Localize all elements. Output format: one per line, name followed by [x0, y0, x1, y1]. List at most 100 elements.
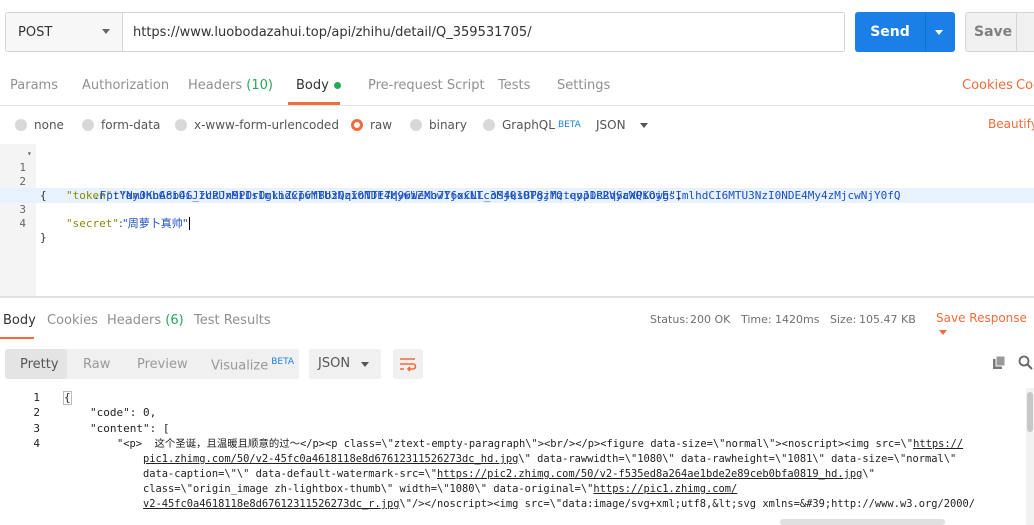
body-type-urlencoded[interactable]: x-www-form-urlencoded	[175, 118, 339, 132]
response-tab-test-results[interactable]: Test Results	[194, 313, 271, 328]
url-link[interactable]: https://pic1.zhimg.com/	[593, 483, 737, 495]
save-response-button[interactable]: Save Response	[936, 311, 1034, 339]
beta-badge: BETA	[557, 120, 581, 130]
http-method-label: POST	[18, 24, 53, 40]
response-body-viewer[interactable]: 1 { 2 "code": 0, 3 "content": [ 4 "<p> 这…	[0, 388, 1034, 525]
search-icon[interactable]	[1018, 355, 1033, 370]
url-link[interactable]: https://pic2.zhimg.com/50/v2-f535ed8a264…	[437, 468, 862, 480]
json-bracket: [	[162, 422, 170, 435]
line-number: 3	[33, 422, 40, 435]
response-format-select[interactable]: JSON	[309, 349, 381, 379]
tab-body-label: Body	[296, 78, 329, 93]
tab-tests[interactable]: Tests	[498, 78, 530, 93]
pane-divider[interactable]	[0, 296, 1034, 298]
save-label: Save	[974, 24, 1013, 40]
line-number: 4	[19, 217, 26, 230]
view-preview[interactable]: Preview	[137, 357, 188, 372]
radio-label: GraphQL	[502, 118, 555, 132]
request-url-bar: POST https://www.luobodazahui.top/api/zh…	[5, 12, 845, 52]
json-string: "<p> 这个圣诞，且温暖且顺意的过～</p><p class=\"ztext-…	[117, 438, 914, 450]
beautify-link[interactable]: Beautify	[988, 117, 1034, 131]
horizontal-scrollbar-thumb[interactable]	[780, 519, 945, 525]
send-label: Send	[870, 24, 910, 40]
tab-body[interactable]: Body	[296, 78, 341, 93]
radio-label: raw	[370, 118, 393, 132]
chevron-down-icon	[102, 29, 110, 34]
tab-params[interactable]: Params	[10, 78, 58, 93]
scrollbar-thumb[interactable]	[1027, 392, 1033, 432]
body-type-none[interactable]: none	[15, 118, 64, 132]
view-visualize[interactable]: Visualize BETA	[211, 357, 294, 373]
time-value: 1420ms	[775, 313, 820, 326]
send-options-chevron-icon[interactable]	[935, 30, 943, 35]
radio-icon	[15, 119, 27, 131]
tab-settings[interactable]: Settings	[557, 78, 610, 93]
code-text: }	[40, 231, 47, 244]
radio-label: none	[34, 118, 64, 132]
body-type-raw[interactable]: raw	[351, 118, 392, 132]
json-string: \"	[862, 468, 875, 480]
chevron-down-icon	[939, 330, 947, 335]
response-tab-body[interactable]: Body	[3, 313, 36, 328]
copy-icon[interactable]	[992, 355, 1007, 370]
http-method-select[interactable]: POST	[6, 13, 123, 51]
json-string: \"/></noscript><img src=\"data:image/svg…	[399, 498, 976, 510]
url-link[interactable]: v2-45fc0a4618118e8d67612311526273dc_r.jp…	[143, 498, 399, 510]
radio-label: binary	[429, 118, 467, 132]
wrap-lines-icon	[400, 358, 417, 372]
tab-headers[interactable]: Headers (10)	[188, 78, 273, 93]
url-link[interactable]: pic1.zhimg.com/50/v2-45fc0a4618118e8d676…	[143, 453, 518, 465]
json-key: "content"	[90, 422, 150, 435]
save-button[interactable]: Save	[965, 12, 1034, 52]
chevron-down-icon	[639, 122, 648, 128]
url-link[interactable]: https://	[913, 438, 963, 450]
save-response-label: Save Response	[936, 311, 1027, 325]
chevron-down-icon	[361, 362, 369, 367]
size-value: 105.47 KB	[859, 313, 916, 326]
send-divider	[925, 12, 926, 52]
request-body-editor[interactable]: 1 ▾ { 2 "token":"eyJhbGciOiJIUzUxMiIsIml…	[0, 144, 1034, 296]
json-string: \" data-rawwidth=\"1080\" data-rawheight…	[518, 453, 957, 465]
save-divider	[1016, 13, 1017, 51]
radio-selected-icon	[351, 119, 363, 131]
json-string: class=\"origin_image zh-lightbox-thumb\"…	[143, 483, 594, 495]
response-tab-headers-label: Headers	[107, 313, 162, 328]
status-value: 200 OK	[690, 313, 731, 326]
tab-authorization[interactable]: Authorization	[82, 78, 169, 93]
radio-icon	[483, 119, 495, 131]
wrap-lines-button[interactable]	[393, 349, 423, 379]
response-headers-count: (6)	[165, 313, 184, 328]
format-label: JSON	[596, 118, 626, 132]
code-text: {	[63, 391, 72, 405]
divider	[0, 105, 1034, 106]
send-button[interactable]: Send	[855, 12, 955, 52]
view-pretty[interactable]: Pretty	[20, 357, 59, 372]
format-label: JSON	[318, 356, 351, 371]
raw-format-select[interactable]: JSON	[596, 118, 648, 132]
tab-headers-label: Headers	[188, 78, 243, 93]
fold-arrow-icon[interactable]: ▾	[27, 147, 32, 161]
radio-label: x-www-form-urlencoded	[194, 118, 339, 132]
cookies-link[interactable]: Cookies	[962, 78, 1013, 93]
tab-pre-request-script[interactable]: Pre-request Script	[368, 78, 485, 93]
response-tab-cookies[interactable]: Cookies	[47, 313, 98, 328]
body-type-binary[interactable]: binary	[410, 118, 467, 132]
view-raw[interactable]: Raw	[83, 357, 110, 372]
beta-badge: BETA	[271, 357, 295, 367]
json-key: "secret"	[66, 217, 119, 230]
url-input[interactable]: https://www.luobodazahui.top/api/zhihu/d…	[123, 13, 844, 51]
json-key: "code"	[90, 406, 130, 419]
code-link[interactable]: Coc	[1016, 78, 1034, 93]
headers-count: (10)	[246, 78, 273, 93]
radio-label: form-data	[101, 118, 161, 132]
body-type-form-data[interactable]: form-data	[82, 118, 160, 132]
url-text: https://www.luobodazahui.top/api/zhihu/d…	[133, 24, 532, 40]
radio-icon	[82, 119, 94, 131]
text-cursor	[188, 217, 190, 230]
body-type-graphql[interactable]: GraphQL BETA	[483, 118, 581, 132]
body-modified-indicator	[333, 82, 341, 89]
visualize-label: Visualize	[211, 358, 269, 374]
time-label: Time:	[741, 313, 772, 326]
radio-icon	[410, 119, 422, 131]
response-tab-headers[interactable]: Headers (6)	[107, 313, 184, 328]
